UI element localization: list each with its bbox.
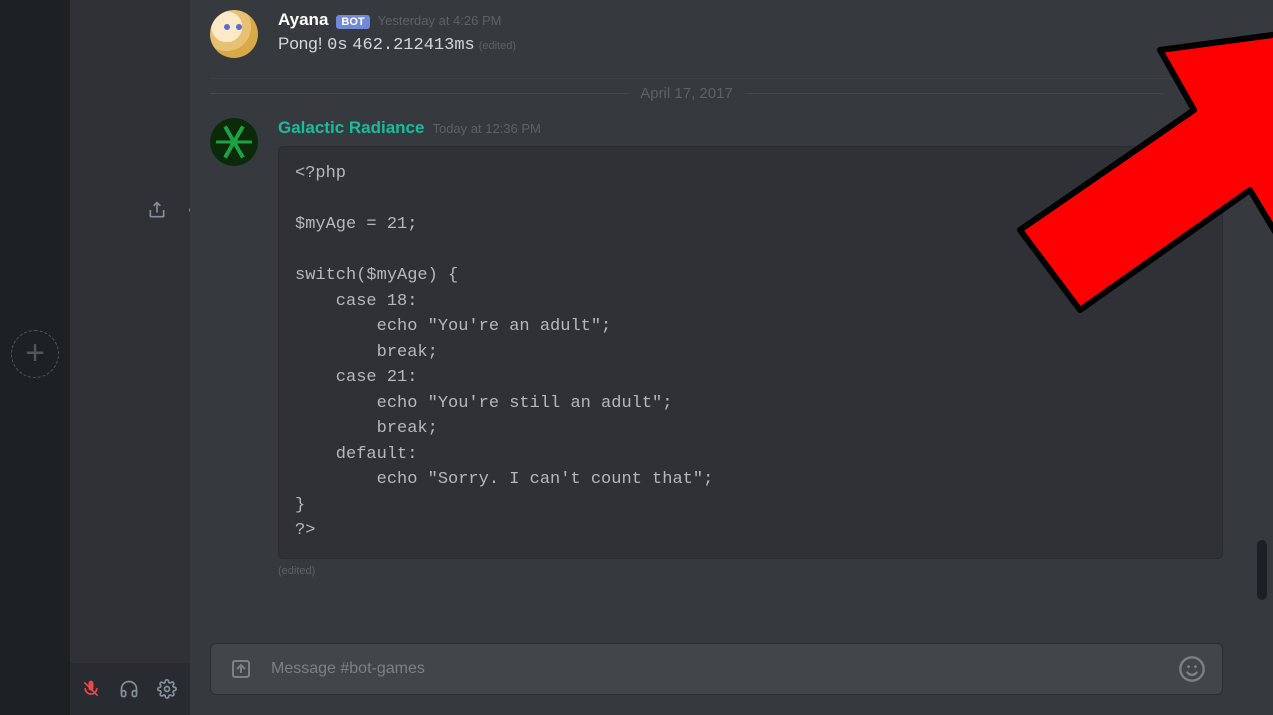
timestamp: Yesterday at 4:26 PM [378, 13, 502, 28]
bot-tag: BOT [336, 15, 369, 29]
message-input-container [210, 643, 1223, 695]
server-list: + [0, 0, 70, 715]
avatar[interactable] [210, 118, 258, 166]
message: Ayana BOT Yesterday at 4:26 PM Pong! 0s … [210, 0, 1223, 79]
user-controls [70, 663, 190, 715]
message-input[interactable] [271, 660, 1162, 678]
channel-sidebar [70, 0, 190, 715]
mute-mic-icon[interactable] [76, 674, 106, 704]
upload-icon[interactable] [227, 655, 255, 683]
code-block: <?php $myAge = 21; switch($myAge) { case… [278, 146, 1223, 559]
username[interactable]: Galactic Radiance [278, 118, 424, 138]
message-content: Pong! 0s 462.212413ms(edited) [278, 34, 1223, 55]
avatar[interactable] [210, 10, 258, 58]
chat-main: Ayana BOT Yesterday at 4:26 PM Pong! 0s … [190, 0, 1273, 715]
timestamp: Today at 12:36 PM [432, 121, 540, 136]
emoji-picker-icon[interactable] [1178, 655, 1206, 683]
edited-label: (edited) [278, 565, 1223, 577]
date-divider: April 17, 2017 [210, 85, 1163, 102]
scrollbar-thumb[interactable] [1257, 540, 1267, 600]
add-server-button[interactable]: + [11, 330, 59, 378]
headphones-icon[interactable] [114, 674, 144, 704]
username[interactable]: Ayana [278, 10, 328, 30]
message: Galactic Radiance Today at 12:36 PM <?ph… [210, 108, 1223, 597]
share-icon[interactable] [142, 195, 172, 225]
user-settings-gear-icon[interactable] [152, 674, 182, 704]
